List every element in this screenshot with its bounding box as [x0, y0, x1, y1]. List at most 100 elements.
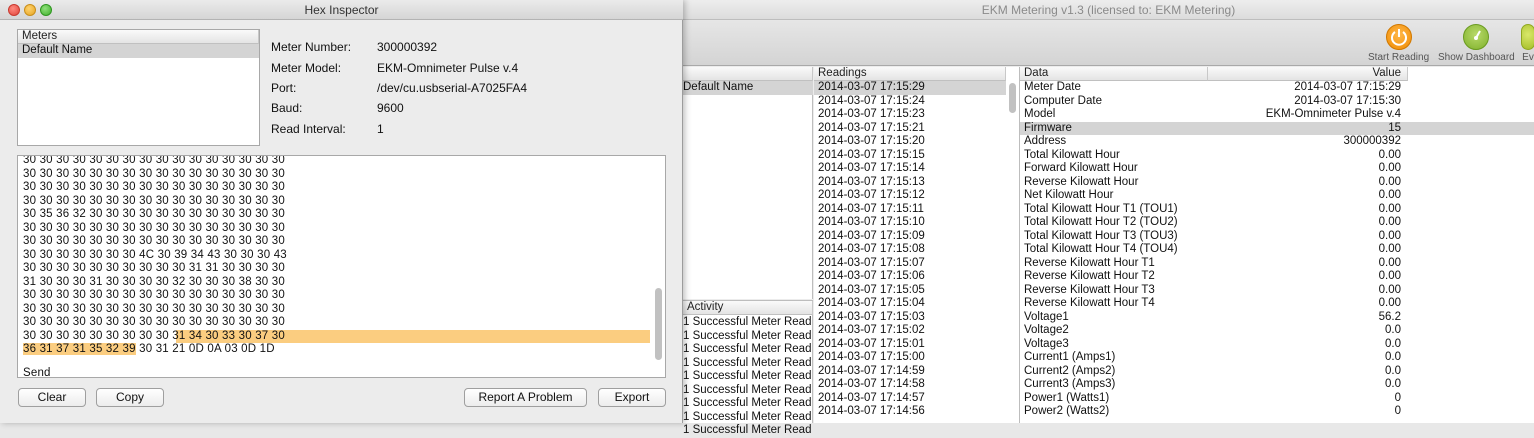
start-reading-label: Start Reading [1368, 52, 1430, 63]
data-field-value: 0.00 [1378, 175, 1401, 188]
events-icon [1521, 24, 1534, 50]
meter-model-value: EKM-Omnimeter Pulse v.4 [377, 61, 519, 75]
hex-bytes: 30 30 30 30 30 30 30 30 30 30 30 30 30 3… [23, 181, 285, 193]
data-field-value: 0 [1394, 405, 1401, 417]
reading-row[interactable]: 2014-03-07 17:15:20 [814, 135, 1006, 149]
reading-row[interactable]: 2014-03-07 17:15:13 [814, 176, 1006, 190]
power-icon [1385, 24, 1412, 50]
readings-panel[interactable]: Readings 2014-03-07 17:15:29 2014-03-07 1… [814, 67, 1020, 423]
reading-row[interactable]: 2014-03-07 17:15:10 [814, 216, 1006, 230]
hex-line: 30 30 30 30 30 30 30 30 30 31 34 30 33 3… [18, 329, 650, 343]
reading-row[interactable]: 2014-03-07 17:15:07 [814, 257, 1006, 271]
data-field-name: Total Kilowatt Hour T1 (TOU1) [1024, 202, 1178, 215]
data-field-value: 56.2 [1378, 310, 1401, 323]
data-table-row: Power1 (Watts1) 0 [1020, 392, 1534, 406]
data-field-value: 0.00 [1378, 270, 1401, 282]
data-table-row: Firmware 15 [1020, 121, 1534, 135]
hex-line: 30 30 30 30 30 30 30 30 30 30 30 30 30 3… [18, 222, 650, 236]
data-table-row: Reverse Kilowatt Hour T2 0.00 [1020, 270, 1534, 284]
report-problem-button[interactable]: Report A Problem [464, 388, 587, 407]
data-table-row: Total Kilowatt Hour T2 (TOU2) 0.00 [1020, 216, 1534, 230]
export-button[interactable]: Export [598, 388, 666, 407]
hex-meter-list-item[interactable]: Default Name [18, 44, 259, 58]
hex-bytes: 31 30 30 30 31 30 30 30 30 32 30 30 30 3… [23, 275, 285, 288]
reading-row[interactable]: 2014-03-07 17:15:15 [814, 149, 1006, 163]
hex-dump-textarea[interactable]: 30 30 30 30 30 30 30 30 30 30 30 30 30 3… [17, 155, 666, 378]
data-table-row: Computer Date 2014-03-07 17:15:30 [1020, 95, 1534, 109]
data-table-row: Reverse Kilowatt Hour T1 0.00 [1020, 257, 1534, 271]
main-titlebar: EKM Metering v1.3 (licensed to: EKM Mete… [683, 0, 1534, 20]
reading-row[interactable]: 2014-03-07 17:14:58 [814, 378, 1006, 392]
data-table-row: Reverse Kilowatt Hour T3 0.00 [1020, 284, 1534, 298]
baud-value: 9600 [377, 101, 404, 115]
hex-highlight: 31 34 30 33 30 37 30 [172, 329, 285, 342]
reading-row[interactable]: 2014-03-07 17:15:24 [814, 95, 1006, 109]
data-column-header: Data [1020, 67, 1208, 81]
reading-row[interactable]: 2014-03-07 17:15:09 [814, 230, 1006, 244]
meter-list-item[interactable]: Default Name [683, 81, 813, 95]
start-reading-button[interactable]: Start Reading [1368, 24, 1429, 63]
data-field-name: Forward Kilowatt Hour [1024, 162, 1138, 174]
data-table-row: Current3 (Amps3) 0.0 [1020, 378, 1534, 392]
activity-item: 1 Successful Meter Read [683, 356, 812, 369]
clear-button[interactable]: Clear [18, 388, 86, 407]
hex-line: 30 30 30 30 30 30 30 30 30 30 30 30 30 3… [18, 168, 650, 182]
data-field-value: 0.00 [1378, 256, 1401, 269]
hex-dump-scrollbar[interactable] [655, 288, 662, 360]
data-table-row: Reverse Kilowatt Hour T4 0.00 [1020, 297, 1534, 311]
reading-row[interactable]: 2014-03-07 17:14:57 [814, 392, 1006, 406]
activity-item: 1 Successful Meter Read [683, 424, 812, 436]
data-field-name: Reverse Kilowatt Hour T4 [1024, 297, 1155, 309]
data-field-name: Computer Date [1024, 94, 1102, 107]
reading-row[interactable]: 2014-03-07 17:15:06 [814, 270, 1006, 284]
hex-bytes: 30 30 30 30 30 30 30 30 30 30 30 30 30 3… [23, 155, 285, 166]
events-button[interactable]: Ev [1521, 24, 1534, 63]
meters-list-header [683, 67, 813, 81]
reading-row[interactable]: 2014-03-07 17:15:02 [814, 324, 1006, 338]
reading-row[interactable]: 2014-03-07 17:15:01 [814, 338, 1006, 352]
show-dashboard-button[interactable]: Show Dashboard [1438, 24, 1515, 63]
main-meters-list[interactable]: Default Name [683, 67, 813, 299]
hex-line: 30 30 30 30 30 30 30 30 30 30 30 30 30 3… [18, 289, 650, 303]
data-field-value: 0.00 [1378, 297, 1401, 309]
port-label: Port: [271, 81, 297, 95]
data-table-row: Total Kilowatt Hour T1 (TOU1) 0.00 [1020, 203, 1534, 217]
reading-row[interactable]: 2014-03-07 17:15:05 [814, 284, 1006, 298]
reading-row[interactable]: 2014-03-07 17:15:14 [814, 162, 1006, 176]
hex-bytes: 30 30 30 30 30 30 30 30 30 30 30 30 30 3… [23, 235, 285, 247]
data-field-name: Reverse Kilowatt Hour T2 [1024, 270, 1155, 282]
reading-row[interactable]: 2014-03-07 17:14:56 [814, 405, 1006, 419]
reading-row[interactable]: 2014-03-07 17:15:21 [814, 122, 1006, 136]
reading-row[interactable]: 2014-03-07 17:15:29 [814, 81, 1006, 95]
activity-item: 1 Successful Meter Read [683, 329, 812, 342]
data-field-name: Total Kilowatt Hour [1024, 148, 1120, 161]
activity-panel: Activity 1 Successful Meter Read 1 Succes… [683, 300, 813, 436]
reading-row[interactable]: 2014-03-07 17:15:12 [814, 189, 1006, 203]
data-field-value: 0.00 [1378, 229, 1401, 242]
data-table-row: Total Kilowatt Hour T3 (TOU3) 0.00 [1020, 230, 1534, 244]
main-toolbar: Start Reading Show Dashboard Ev [683, 20, 1534, 66]
send-label: Send [23, 367, 51, 378]
data-table: Data Value Meter Date 2014-03-07 17:15:29… [1020, 67, 1534, 423]
data-field-name: Voltage2 [1024, 324, 1069, 336]
hex-line: 30 30 30 30 30 30 30 30 30 30 31 31 30 3… [18, 262, 650, 276]
reading-row[interactable]: 2014-03-07 17:14:59 [814, 365, 1006, 379]
reading-row[interactable]: 2014-03-07 17:15:04 [814, 297, 1006, 311]
data-table-row: Reverse Kilowatt Hour 0.00 [1020, 176, 1534, 190]
hex-bytes: 30 30 30 30 30 30 30 30 30 30 30 30 30 3… [23, 194, 285, 207]
hex-bytes: 30 30 30 30 30 30 30 30 30 30 30 30 30 3… [23, 316, 285, 328]
activity-item: 1 Successful Meter Read [683, 397, 812, 409]
copy-button[interactable]: Copy [96, 388, 164, 407]
hex-bytes: 30 31 21 0D 0A 03 0D 1D [135, 343, 275, 355]
data-field-name: Current3 (Amps3) [1024, 378, 1116, 390]
hex-meters-list[interactable]: Meters Default Name [17, 29, 260, 146]
reading-row[interactable]: 2014-03-07 17:15:08 [814, 243, 1006, 257]
main-window-title: EKM Metering v1.3 (licensed to: EKM Mete… [981, 3, 1236, 17]
reading-row[interactable]: 2014-03-07 17:15:00 [814, 351, 1006, 365]
reading-row[interactable]: 2014-03-07 17:15:03 [814, 311, 1006, 325]
hex-highlight: 36 31 37 31 35 32 39 [23, 343, 136, 355]
reading-row[interactable]: 2014-03-07 17:15:11 [814, 203, 1006, 217]
reading-row[interactable]: 2014-03-07 17:15:23 [814, 108, 1006, 122]
readings-scrollbar[interactable] [1009, 83, 1016, 113]
data-table-row: Model EKM-Omnimeter Pulse v.4 [1020, 108, 1534, 122]
